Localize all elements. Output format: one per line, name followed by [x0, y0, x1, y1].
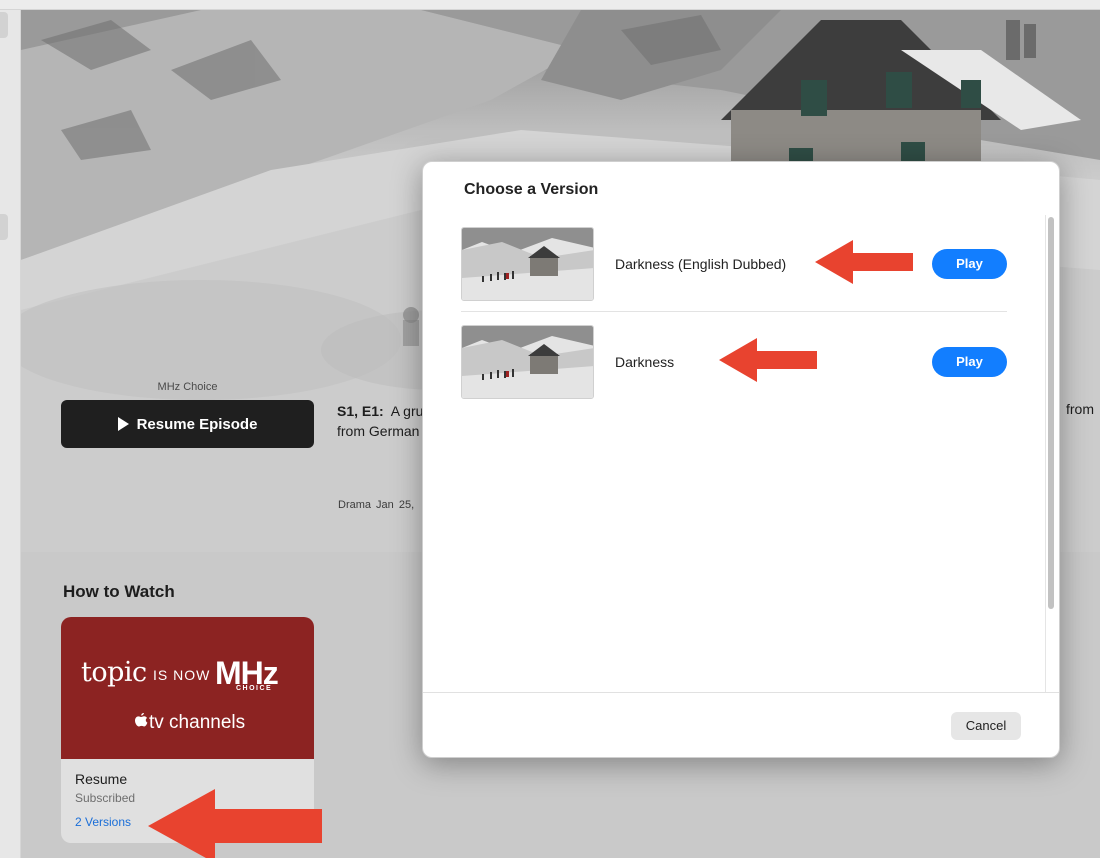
- episode-meta: Drama Jan 25,: [338, 499, 415, 511]
- choose-version-dialog: Choose a Version Darkness (English Dubbe…: [422, 161, 1060, 758]
- cancel-button[interactable]: Cancel: [951, 712, 1021, 740]
- episode-text-continued: from: [1066, 401, 1094, 417]
- version-thumbnail: [461, 325, 594, 399]
- row-divider: [461, 311, 1007, 312]
- apple-icon: [135, 712, 148, 727]
- version-name: Darkness (English Dubbed): [615, 256, 787, 272]
- dialog-title: Choose a Version: [464, 181, 599, 198]
- version-row: Darkness (English Dubbed) Play: [461, 227, 1007, 301]
- channel-logo: topic IS NOW MHz CHOICE tv channels: [61, 617, 314, 759]
- logo-choice: CHOICE: [236, 685, 273, 692]
- episode-text-line2: from German: [337, 423, 420, 439]
- episode-description: S1, E1: A gru: [337, 401, 423, 422]
- scroll-divider: [1045, 215, 1046, 692]
- scrollbar-thumb[interactable]: [1048, 217, 1054, 609]
- version-thumbnail: [461, 227, 594, 301]
- play-button[interactable]: Play: [932, 347, 1007, 377]
- version-name: Darkness: [615, 354, 675, 370]
- sidebar: [0, 10, 21, 858]
- red-arrow-annotation: [719, 338, 817, 382]
- logo-channels-text: tv channels: [149, 712, 246, 733]
- watch-status: Resume: [75, 771, 128, 787]
- sidebar-tab[interactable]: [0, 12, 8, 38]
- play-button[interactable]: Play: [932, 249, 1007, 279]
- provider-label: MHz Choice: [157, 381, 218, 393]
- resume-episode-label: Resume Episode: [136, 415, 258, 433]
- episode-text: A gru: [390, 403, 424, 419]
- red-arrow-annotation: [815, 240, 913, 284]
- resume-episode-button[interactable]: Resume Episode: [61, 400, 314, 448]
- scrollbar[interactable]: [1047, 215, 1055, 692]
- apple-tv-channels-logo: tv channels: [133, 712, 245, 734]
- sidebar-tab[interactable]: [0, 214, 8, 240]
- play-icon: [117, 417, 129, 431]
- logo-topic: topic: [81, 657, 147, 688]
- episode-number: S1, E1:: [337, 403, 384, 419]
- window-top-bar: [0, 0, 1100, 10]
- logo-is-now: IS NOW: [153, 667, 211, 683]
- how-to-watch-heading: How to Watch: [63, 582, 175, 601]
- red-arrow-annotation: [148, 789, 322, 858]
- footer-divider: [423, 692, 1059, 693]
